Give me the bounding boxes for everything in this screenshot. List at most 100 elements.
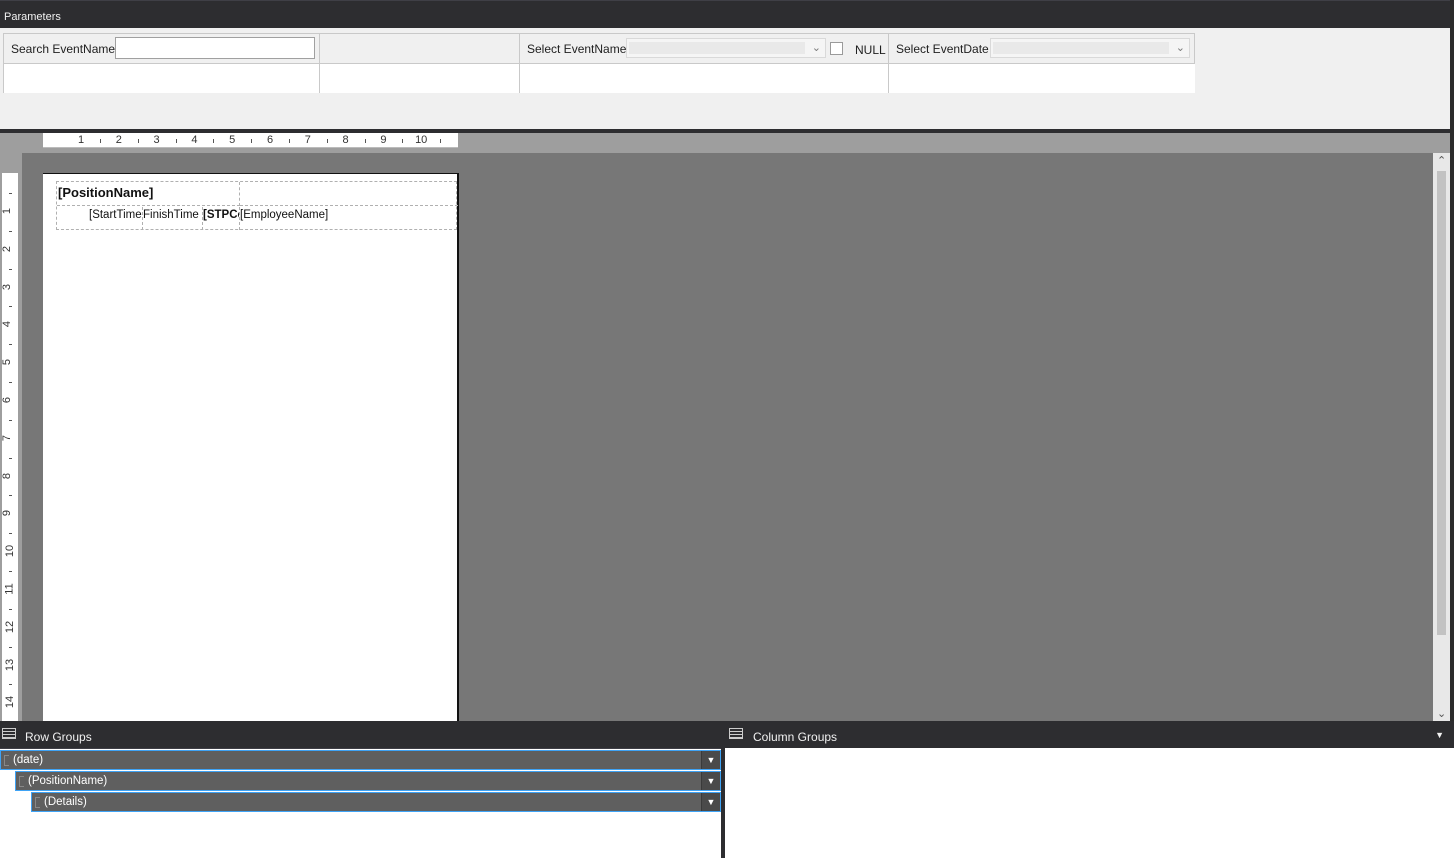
ruler-tick: [9, 193, 12, 194]
dropdown-value: [629, 42, 805, 54]
select-eventdate-cell: Select EventDate ⌄: [889, 34, 1195, 64]
ruler-tick: [9, 230, 12, 232]
param-row2-cell: [4, 64, 320, 93]
empty-param-cell: [320, 34, 520, 64]
search-eventname-label: Search EventName: [11, 42, 116, 56]
ruler-tick: [9, 571, 12, 572]
null-label: NULL: [855, 43, 886, 57]
ruler-tick: [9, 608, 12, 610]
ruler-tick: [289, 139, 290, 143]
parameters-title: Parameters: [4, 11, 61, 23]
chevron-down-icon[interactable]: ▼: [1435, 730, 1444, 740]
search-eventname-input[interactable]: [115, 37, 315, 59]
param-row2-cell: [320, 64, 520, 93]
ruler-number: 7: [1, 434, 14, 441]
group-bracket-icon: [19, 776, 24, 787]
row-group-date[interactable]: (date) ▼: [0, 750, 721, 770]
ruler-tick: [402, 139, 404, 143]
ruler-number: 10: [4, 545, 17, 558]
select-eventdate-label: Select EventDate: [896, 42, 989, 56]
chevron-down-icon: ⌄: [1175, 42, 1185, 54]
parameters-panel: Search EventName Select EventName ⌄ NULL…: [0, 28, 1450, 129]
vertical-ruler: 1 2 3 4 5 6 7 8 9 10 11 12 13 14: [1, 173, 18, 721]
null-checkbox[interactable]: [830, 42, 843, 55]
ruler-tick: [9, 268, 12, 270]
ruler-tick: [9, 646, 12, 648]
ruler-number: 2: [115, 134, 122, 146]
ruler-tick: [364, 139, 366, 143]
ruler-tick: [9, 306, 12, 308]
row-group-label: (Details): [44, 796, 87, 808]
column-groups-title: Column Groups: [753, 730, 838, 744]
column-groups-list: [725, 748, 1454, 858]
report-page[interactable]: [PositionName] [StartTime FinishTime [ST…: [43, 173, 459, 721]
ruler-tick: [9, 533, 12, 535]
ruler-number: 6: [1, 396, 14, 404]
ruler-number: 6: [266, 134, 274, 146]
ruler-number: 4: [1, 321, 14, 328]
select-eventname-cell: Select EventName ⌄ NULL: [520, 34, 889, 64]
scroll-down-icon[interactable]: ⌄: [1437, 707, 1446, 720]
row-groups-title: Row Groups: [25, 730, 92, 744]
ruler-number: 8: [1, 472, 14, 479]
finish-time-cell[interactable]: FinishTime: [143, 207, 203, 230]
ruler-number: 3: [1, 283, 14, 290]
scroll-up-icon[interactable]: ⌃: [1437, 154, 1446, 167]
ruler-tick: [440, 139, 442, 143]
ruler-tick: [251, 139, 253, 143]
column-groups-header: Column Groups ▼: [727, 721, 1454, 748]
group-dropdown-button[interactable]: ▼: [701, 772, 720, 790]
ruler-tick: [137, 139, 139, 143]
details-lines-icon: [35, 797, 40, 808]
param-row2-cell: [889, 64, 1195, 93]
row-divider: [240, 205, 458, 206]
chevron-down-icon: ⌄: [811, 42, 821, 54]
row-groups-header: Row Groups: [0, 721, 721, 748]
select-eventname-label: Select EventName: [527, 42, 627, 56]
position-name-cell[interactable]: [PositionName]: [57, 182, 240, 206]
ruler-number: 4: [191, 134, 198, 146]
ruler-tick: [9, 344, 12, 346]
row-group-label: (PositionName): [28, 775, 108, 787]
row-groups-icon: [2, 728, 16, 739]
ruler-tick: [213, 139, 215, 143]
ruler-number: 9: [380, 134, 387, 146]
ruler-number: 5: [1, 359, 14, 366]
scroll-thumb[interactable]: [1437, 171, 1446, 635]
horizontal-ruler: 1 2 3 4 5 6 7 8 9 10: [43, 133, 458, 148]
ruler-number: 10: [415, 134, 428, 146]
ruler-number: 7: [304, 134, 311, 146]
ruler-tick: [9, 419, 12, 421]
column-groups-icon: [729, 728, 743, 739]
ruler-tick: [9, 457, 12, 459]
parameters-header: Parameters: [0, 0, 1450, 28]
group-dropdown-button[interactable]: ▼: [701, 793, 720, 811]
row-group-label: (date): [13, 754, 44, 766]
employee-name-cell[interactable]: [EmployeeName]: [240, 207, 458, 230]
row-group-details[interactable]: (Details) ▼: [31, 792, 721, 812]
group-bracket-icon: [4, 755, 9, 766]
ruler-number: 3: [153, 134, 160, 146]
ruler-tick: [175, 139, 177, 143]
ruler-tick: [9, 495, 12, 497]
ruler-number: 9: [1, 510, 14, 517]
grouping-pane: Row Groups Column Groups ▼ (date) ▼ (Pos…: [0, 721, 1454, 858]
select-eventdate-dropdown[interactable]: ⌄: [990, 38, 1190, 58]
group-dropdown-button[interactable]: ▼: [701, 751, 720, 769]
ruler-tick: [9, 382, 12, 383]
ruler-number: 2: [1, 245, 14, 252]
report-tablix[interactable]: [PositionName] [StartTime FinishTime [ST…: [56, 181, 458, 230]
ruler-number: 8: [342, 134, 349, 146]
design-surface: 1 2 3 4 5 6 7 8 9 10 1 2 3 4 5 6 7 8 9 10 11 12 13 14 [Positio…: [0, 133, 1450, 721]
ruler-number: 11: [3, 583, 16, 595]
dropdown-value: [993, 42, 1169, 54]
row-group-positionname[interactable]: (PositionName) ▼: [15, 771, 721, 791]
select-eventname-dropdown[interactable]: ⌄: [626, 38, 826, 58]
param-row2-cell: [520, 64, 889, 93]
stpco-cell[interactable]: [STPCo: [203, 207, 240, 230]
vertical-scrollbar[interactable]: ⌃ ⌄: [1433, 153, 1450, 721]
ruler-number: 1: [1, 207, 14, 215]
ruler-number: 13: [4, 658, 17, 671]
start-time-cell[interactable]: [StartTime: [89, 207, 143, 230]
row-groups-list: (date) ▼ (PositionName) ▼ (Details) ▼: [0, 748, 721, 858]
